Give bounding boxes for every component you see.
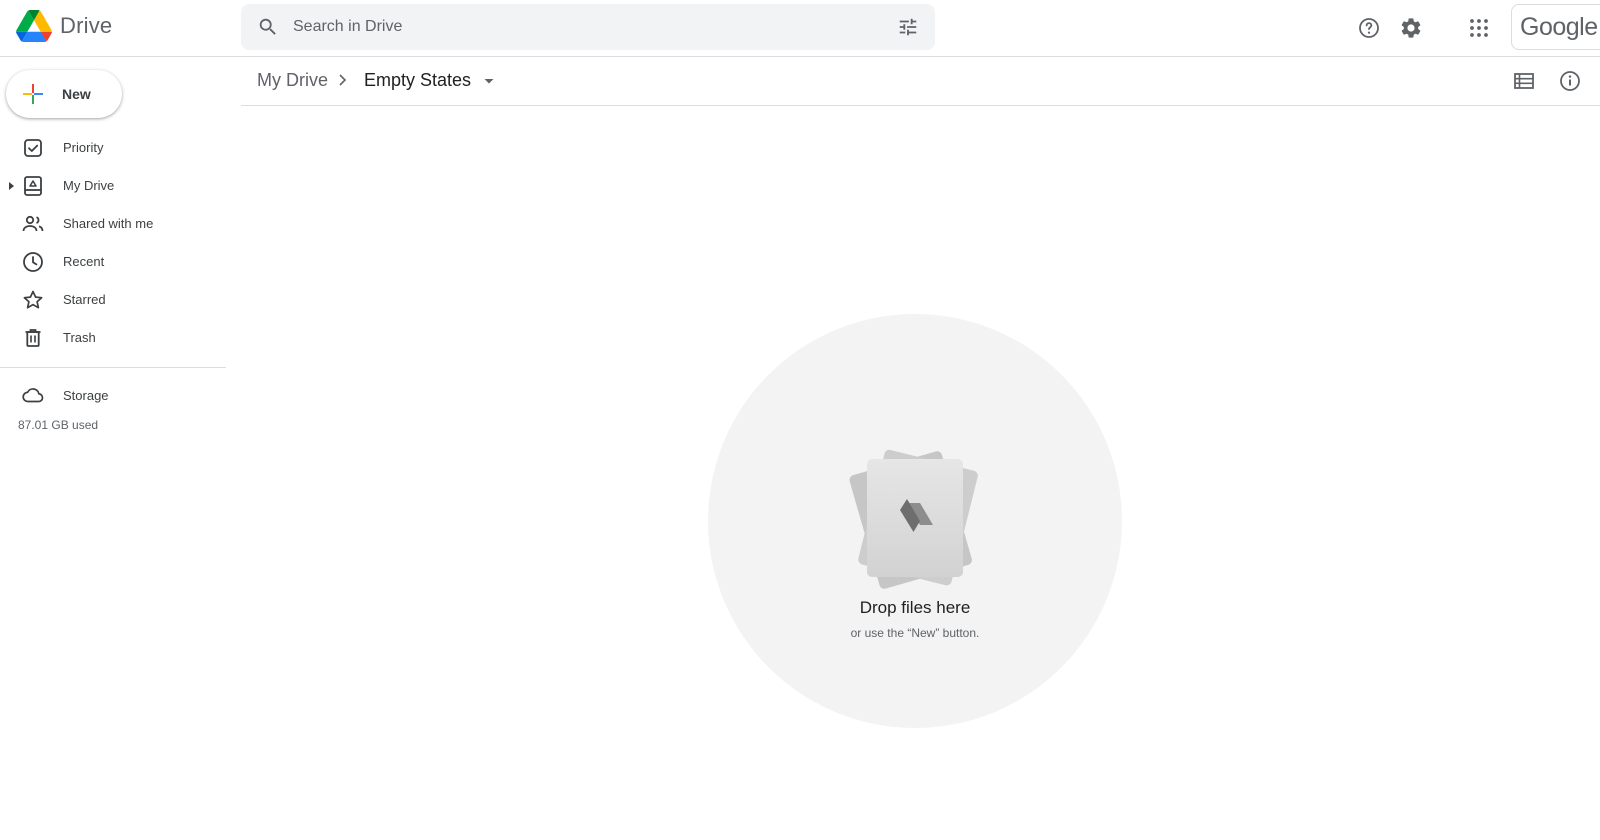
sidebar-item-label: Trash: [63, 330, 96, 345]
sidebar-item-priority[interactable]: Priority: [0, 129, 226, 167]
breadcrumb-my-drive[interactable]: My Drive: [257, 70, 328, 91]
new-button[interactable]: New: [6, 70, 122, 118]
sidebar-item-storage[interactable]: Storage: [0, 376, 226, 414]
main-toolbar: My Drive Empty States: [241, 57, 1600, 106]
drive-logo-icon: [16, 10, 52, 42]
star-icon: [23, 290, 43, 309]
new-button-label: New: [62, 86, 91, 102]
expand-caret-icon[interactable]: [6, 181, 16, 191]
settings-button[interactable]: [1394, 11, 1428, 45]
help-icon: [1359, 18, 1379, 38]
sidebar-item-label: My Drive: [63, 178, 115, 193]
sidebar-item-starred[interactable]: Starred: [0, 281, 226, 319]
storage-used-text: 87.01 GB used: [18, 418, 99, 432]
app-name: Drive: [60, 13, 113, 38]
search-icon[interactable]: [257, 16, 279, 38]
support-button[interactable]: [1352, 11, 1386, 45]
apps-grid-icon: [1470, 19, 1488, 37]
sidebar-item-shared-with-me[interactable]: Shared with me: [0, 205, 226, 243]
sidebar-item-my-drive[interactable]: My Drive: [0, 167, 226, 205]
search-input[interactable]: [293, 18, 853, 36]
tune-icon[interactable]: [897, 16, 919, 38]
drop-files-illustration: [849, 449, 978, 589]
list-view-icon[interactable]: [1512, 69, 1536, 93]
empty-state-subtitle: or use the “New” button.: [850, 626, 980, 640]
storage-label: Storage: [63, 388, 109, 403]
search-bar[interactable]: [241, 4, 935, 50]
sidebar-nav: Priority My Drive Shared with me Recent: [0, 129, 226, 357]
sidebar-item-label: Starred: [63, 292, 106, 307]
dropdown-arrow-icon: [484, 78, 494, 83]
cloud-icon: [22, 388, 44, 403]
top-bar: Drive Google: [0, 0, 1600, 57]
google-wordmark: Google: [1520, 12, 1598, 41]
info-icon[interactable]: [1558, 69, 1582, 93]
sidebar-divider: [0, 367, 226, 368]
google-account-button[interactable]: Google: [1511, 4, 1600, 50]
clock-icon: [23, 252, 43, 272]
priority-icon: [24, 139, 42, 157]
plus-icon: [23, 84, 43, 104]
empty-state-title: Drop files here: [859, 598, 971, 617]
breadcrumb-current-folder[interactable]: Empty States: [364, 70, 497, 91]
chevron-right-icon: [339, 74, 347, 86]
sidebar-item-recent[interactable]: Recent: [0, 243, 226, 281]
trash-icon: [25, 329, 41, 347]
apps-button[interactable]: [1462, 11, 1496, 45]
sidebar-item-label: Shared with me: [63, 216, 154, 231]
sidebar-item-label: Recent: [63, 254, 105, 269]
gear-icon: [1401, 18, 1421, 38]
shared-icon: [22, 215, 44, 232]
folder-name: Empty States: [364, 70, 472, 90]
sidebar-item-trash[interactable]: Trash: [0, 319, 226, 357]
drive-logo[interactable]: Drive: [16, 10, 112, 42]
sidebar-item-label: Priority: [63, 140, 104, 155]
my-drive-icon: [24, 176, 42, 196]
